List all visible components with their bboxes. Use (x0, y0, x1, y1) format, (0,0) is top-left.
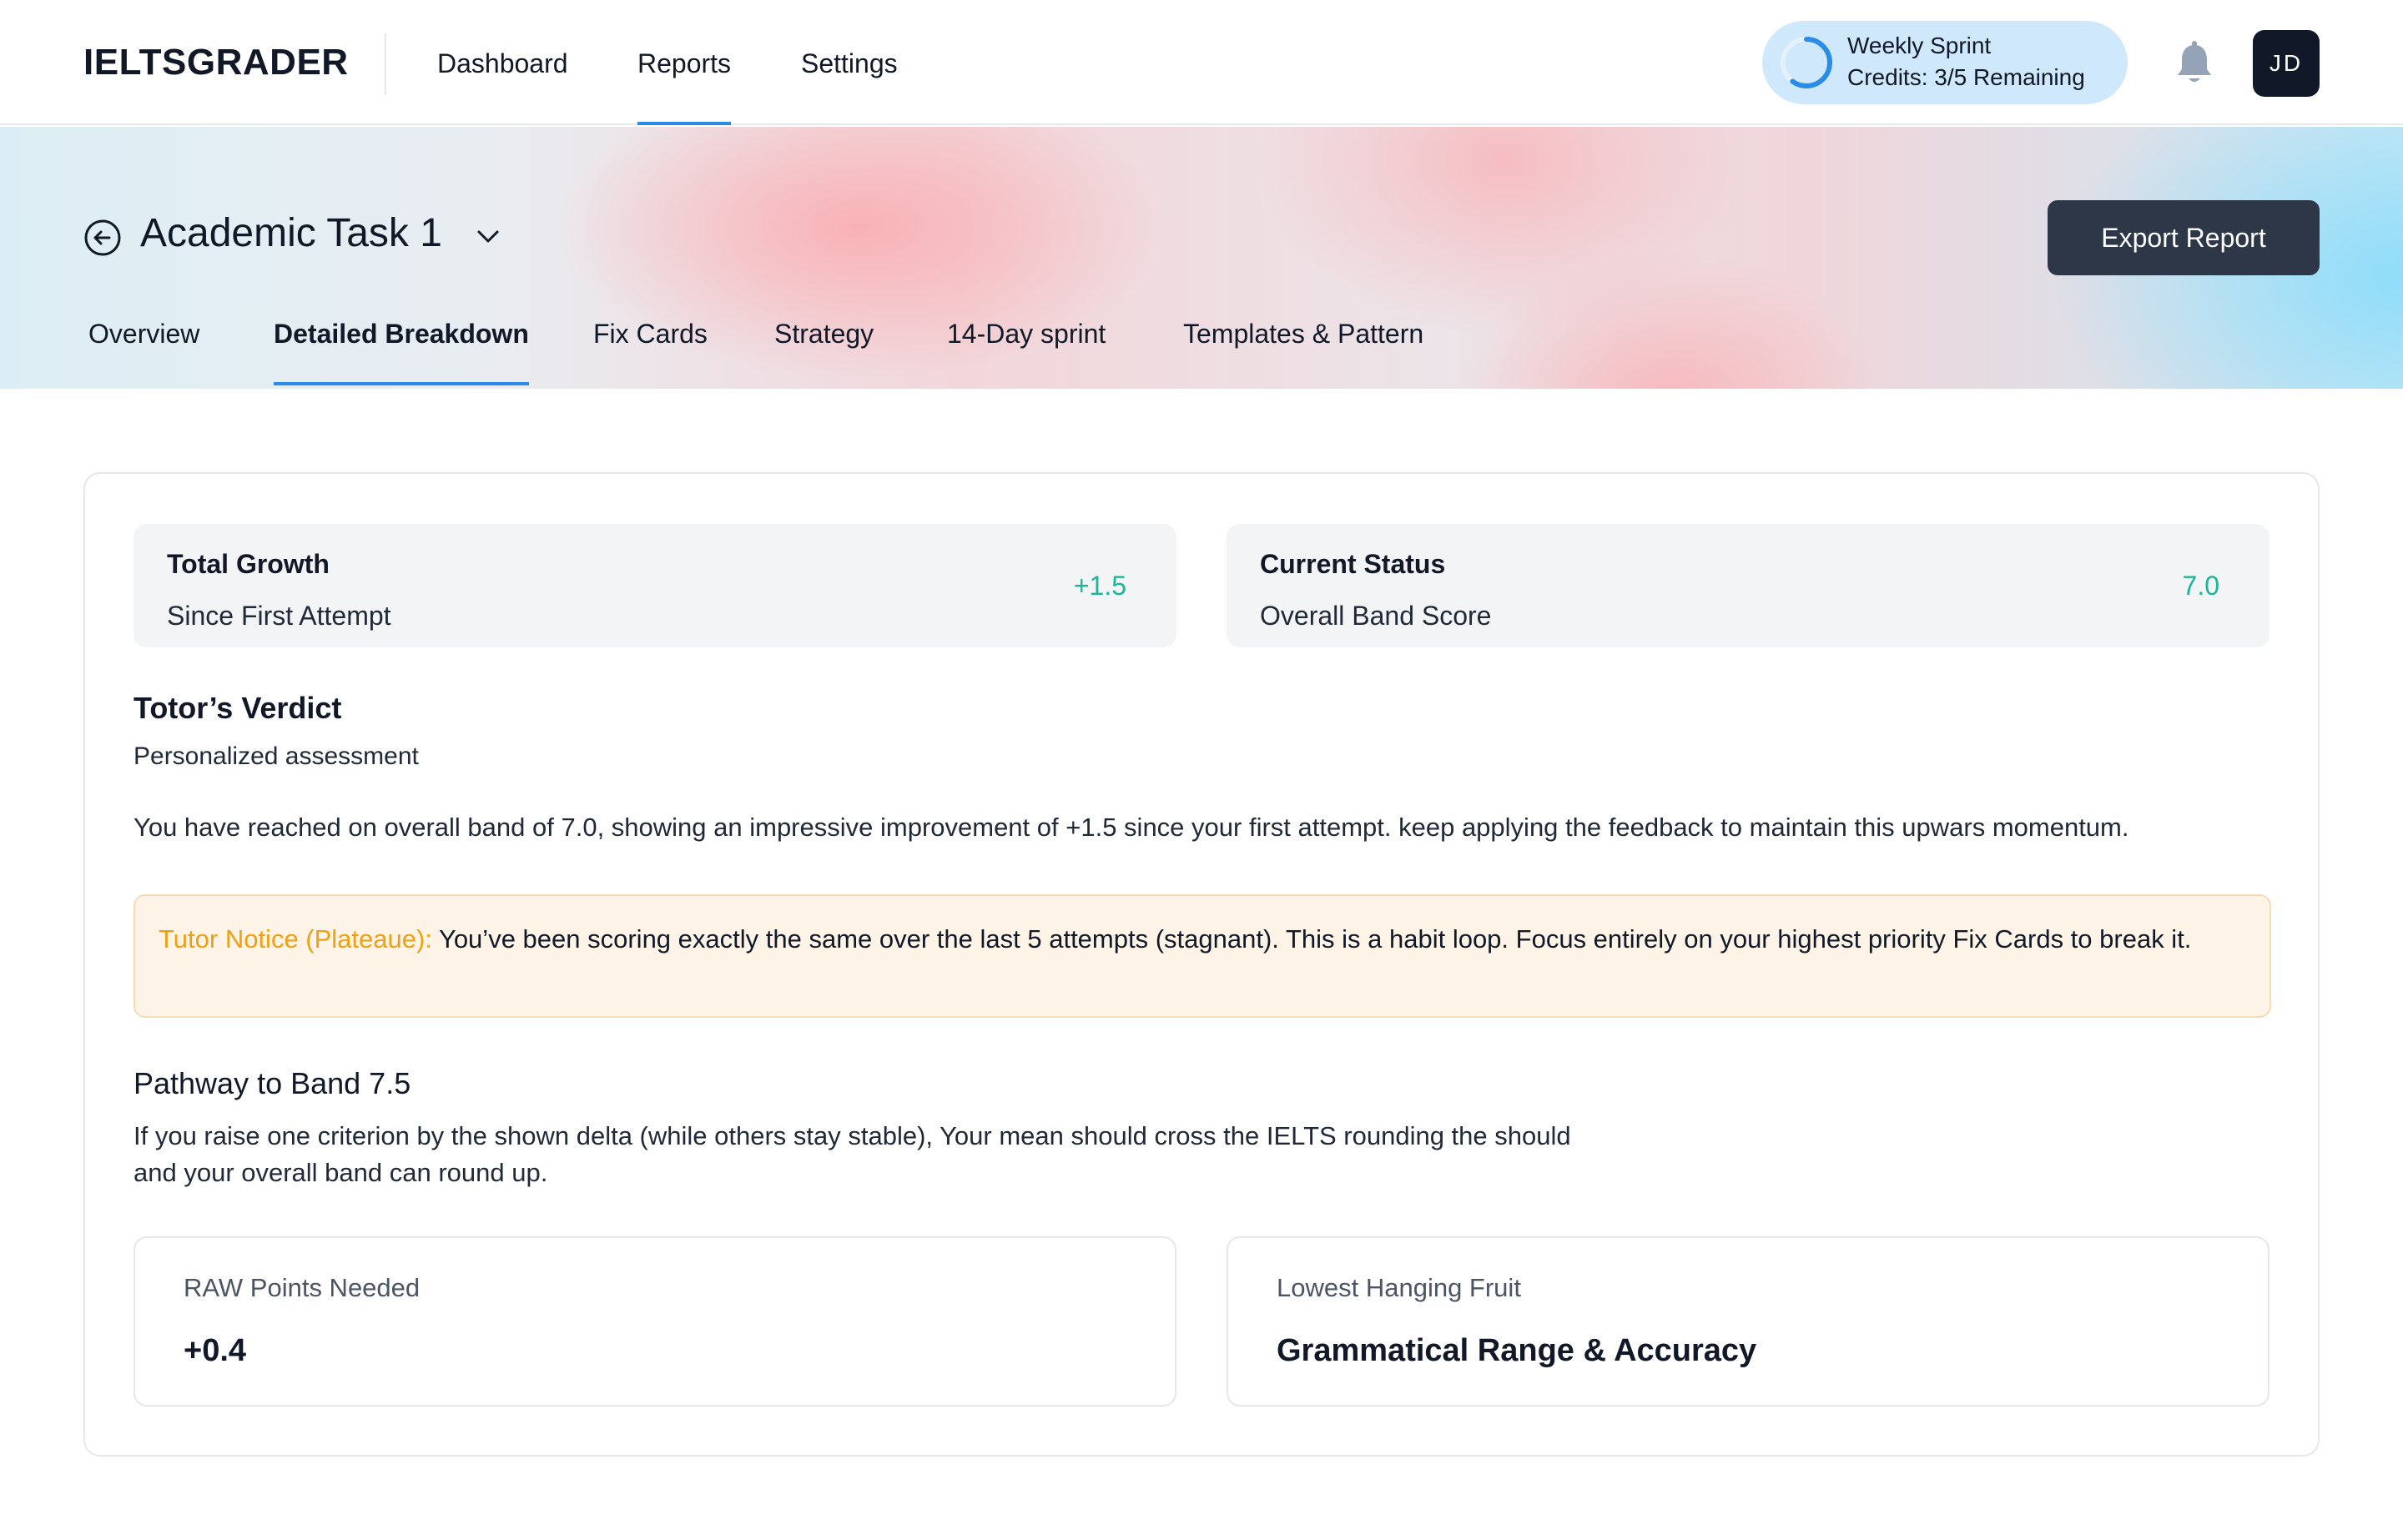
chevron-down-icon[interactable] (474, 222, 502, 250)
task-title: Academic Task 1 (140, 211, 442, 255)
total-growth-value: +1.5 (1073, 571, 1126, 601)
lowest-hanging-fruit-card: Lowest Hanging Fruit Grammatical Range &… (1227, 1236, 2270, 1407)
back-arrow-icon[interactable] (83, 219, 122, 257)
tab-detailed-breakdown[interactable]: Detailed Breakdown (274, 319, 529, 385)
current-status-title: Current Status (1260, 549, 1446, 579)
weekly-sprint-credits[interactable]: Weekly Sprint Credits: 3/5 Remaining (1762, 21, 2128, 104)
notification-bell-icon[interactable] (2173, 40, 2216, 87)
sprint-credits: Credits: 3/5 Remaining (1847, 64, 2085, 90)
tutor-notice-label: Tutor Notice (Plateaue): (159, 924, 432, 954)
tab-templates-pattern[interactable]: Templates & Pattern (1183, 319, 1423, 350)
lowest-hanging-fruit-value: Grammatical Range & Accuracy (1277, 1333, 1757, 1368)
current-status-value: 7.0 (2182, 571, 2219, 601)
nav-link-settings[interactable]: Settings (801, 48, 898, 79)
sprint-progress-ring-icon (1781, 37, 1832, 88)
export-report-button[interactable]: Export Report (2048, 200, 2320, 275)
tab-fix-cards[interactable]: Fix Cards (593, 319, 708, 350)
tab-strategy[interactable]: Strategy (774, 319, 874, 350)
raw-points-label: RAW Points Needed (184, 1273, 421, 1302)
top-navigation: IELTSGRADER Dashboard Reports Settings W… (0, 0, 2403, 125)
verdict-title: Totor’s Verdict (134, 691, 342, 725)
current-status-subtitle: Overall Band Score (1260, 601, 1492, 631)
brand-logo[interactable]: IELTSGRADER (83, 42, 349, 83)
tab-14-day-sprint[interactable]: 14-Day sprint (947, 319, 1106, 350)
lowest-hanging-fruit-label: Lowest Hanging Fruit (1277, 1273, 1521, 1302)
pathway-description: If you raise one criterion by the shown … (134, 1121, 1571, 1187)
total-growth-title: Total Growth (167, 549, 330, 579)
pathway-title: Pathway to Band 7.5 (134, 1066, 411, 1100)
tutor-notice: Tutor Notice (Plateaue): You’ve been sco… (134, 894, 2271, 1018)
verdict-body: You have reached on overall band of 7.0,… (134, 813, 2129, 842)
current-status-card: Current Status Overall Band Score 7.0 (1227, 524, 2270, 647)
total-growth-card: Total Growth Since First Attempt +1.5 (134, 524, 1176, 647)
tab-overview[interactable]: Overview (88, 319, 199, 350)
nav-link-dashboard[interactable]: Dashboard (437, 48, 568, 79)
raw-points-value: +0.4 (184, 1333, 247, 1368)
nav-link-reports[interactable]: Reports (637, 48, 732, 125)
raw-points-card: RAW Points Needed +0.4 (134, 1236, 1176, 1407)
sprint-title: Weekly Sprint (1847, 33, 1992, 58)
verdict-subtitle: Personalized assessment (134, 742, 419, 770)
tutor-notice-text: You’ve been scoring exactly the same ove… (431, 924, 2192, 954)
user-avatar[interactable]: JD (2253, 30, 2320, 97)
total-growth-subtitle: Since First Attempt (167, 601, 391, 631)
nav-divider (385, 33, 386, 95)
breakdown-card: Total Growth Since First Attempt +1.5 Cu… (83, 472, 2320, 1457)
